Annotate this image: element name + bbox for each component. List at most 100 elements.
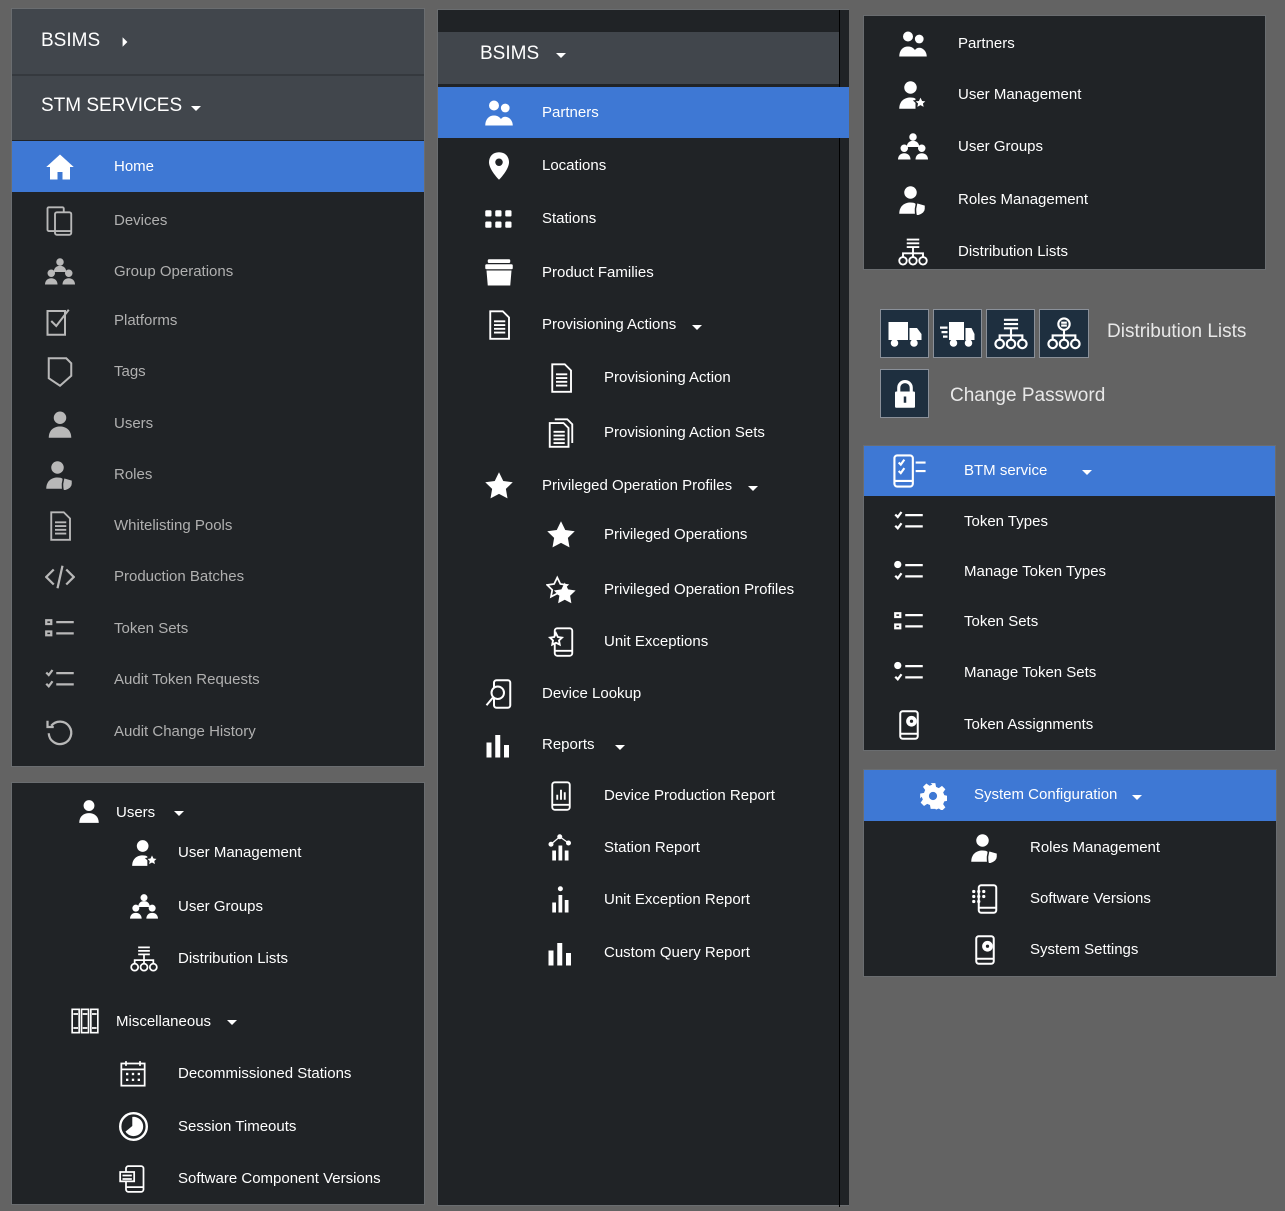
sys-item-roles-management[interactable]: Roles Management [864,823,1276,873]
user-groups-icon [130,893,158,921]
nav-item-label: Whitelisting Pools [114,517,233,534]
btm-item-token-assignments[interactable]: Token Assignments [864,700,1275,750]
sys-item-label: System Settings [1030,941,1139,958]
nav-item-provisioning-actions[interactable]: Provisioning Actions [438,299,838,350]
nav-item-audit-token-requests[interactable]: Audit Token Requests [12,654,424,705]
distribution-lists-label: Distribution Lists [1107,321,1247,342]
code-icon [45,562,75,592]
document-icon [546,363,576,393]
misc-group-label[interactable]: Miscellaneous [116,1013,211,1031]
nav-item-whitelisting-pools[interactable]: Whitelisting Pools [12,500,424,551]
nav-item-roles[interactable]: Roles [12,449,424,500]
group-icon [45,257,75,287]
nav-item-platforms[interactable]: Platforms [12,295,424,346]
nav-item-audit-change-history[interactable]: Audit Change History [12,706,424,757]
subnav-item-device-production-report[interactable]: Device Production Report [438,770,838,821]
distribution-icon [994,317,1028,351]
subnav-item-privileged-operations[interactable]: Privileged Operations [438,509,838,560]
phone-gear-icon [894,710,924,740]
app-header[interactable]: BSIMS [12,9,424,76]
misc-child-software-component-versions[interactable]: Software Component Versions [178,1170,381,1188]
nav-item-label: Privileged Operation Profiles [542,477,733,494]
binders-icon [71,1007,99,1035]
chevron-right-icon [119,36,131,48]
nav-item-label: Roles [114,466,153,483]
distribution-list-icon [1047,317,1081,351]
nav-item-label: Product Families [542,264,654,281]
partners-item-distribution-lists[interactable]: Distribution Lists [864,227,1265,277]
calendar-grid-icon [119,1059,147,1089]
partners-item-partners[interactable]: Partners [864,19,1265,69]
nav-item-devices[interactable]: Devices [12,195,424,246]
users-child-distribution-lists[interactable]: Distribution Lists [178,950,288,968]
chevron-down-icon [692,325,702,330]
misc-child-decommissioned-stations[interactable]: Decommissioned Stations [178,1065,351,1083]
partners-panel: Partners User Management User Groups Roles … [863,15,1266,270]
btm-item-label: Manage Token Types [964,563,1107,580]
distribution-button[interactable] [986,309,1035,358]
subnav-item-label: Privileged Operation Profiles [604,581,795,598]
user-star-icon [131,839,159,867]
subnav-item-unit-exceptions[interactable]: Unit Exceptions [438,616,838,667]
btm-item-manage-token-types[interactable]: Manage Token Types [864,547,1275,597]
partners-item-roles-management[interactable]: Roles Management [864,175,1265,225]
users-child-user-groups[interactable]: User Groups [178,898,263,916]
roles-icon [45,460,75,490]
subnav-item-unit-exception-report[interactable]: Unit Exception Report [438,874,838,925]
nav-item-reports[interactable]: Reports [438,719,838,770]
users-panel: Users User Management User Groups Distri… [11,782,425,1205]
nav-item-device-lookup[interactable]: Device Lookup [438,668,838,719]
nav-item-partners[interactable]: Partners [438,87,838,138]
subnav-item-provisioning-action-sets[interactable]: Provisioning Action Sets [438,407,838,458]
nav-item-group-operations[interactable]: Group Operations [12,246,424,297]
devices-icon [45,206,75,236]
btm-panel: BTM service Token Types Manage Token Type… [863,445,1276,751]
subnav-item-provisioning-action[interactable]: Provisioning Action [438,352,838,403]
nav-item-stations[interactable]: Stations [438,193,838,244]
gear-list-icon [894,658,924,688]
star-icon [546,520,576,550]
section-header[interactable]: STM SERVICES [12,76,424,140]
subnav-item-label: Device Production Report [604,787,775,804]
truck-fast-icon [940,316,976,352]
change-password-button[interactable] [880,369,929,418]
partners-item-user-management[interactable]: User Management [864,70,1265,120]
distribution-list-button[interactable] [1039,309,1089,358]
distribution-icon [898,237,928,267]
middle-nav-panel: BSIMS Partners Locations Stations Product F… [437,9,849,1207]
list-icon [45,614,75,644]
truck-button[interactable] [880,309,929,358]
nav-item-privileged-operation-profiles[interactable]: Privileged Operation Profiles [438,460,838,511]
location-pin-icon [484,151,514,181]
subnav-item-custom-query-report[interactable]: Custom Query Report [438,927,838,978]
nav-item-label: Stations [542,210,597,227]
sys-header-label: System Configuration [974,786,1118,803]
btm-item-token-sets[interactable]: Token Sets [864,597,1275,647]
change-password-label[interactable]: Change Password [950,386,1105,405]
documents-icon [546,418,576,448]
sys-item-software-versions[interactable]: Software Versions [864,874,1276,924]
app-header[interactable]: BSIMS [438,32,840,84]
btm-item-manage-token-sets[interactable]: Manage Token Sets [864,648,1275,698]
partners-item-user-groups[interactable]: User Groups [864,122,1265,172]
sys-item-label: Roles Management [1030,839,1161,856]
btm-item-token-types[interactable]: Token Types [864,497,1275,547]
misc-child-session-timeouts[interactable]: Session Timeouts [178,1118,296,1136]
subnav-item-privileged-operation-profiles[interactable]: Privileged Operation Profiles [438,564,838,615]
nav-item-home[interactable]: Home [12,141,424,192]
nav-item-tags[interactable]: Tags [12,346,424,397]
nav-item-label: Users [114,415,154,432]
nav-item-product-families[interactable]: Product Families [438,247,838,298]
user-groups-icon [898,132,928,162]
sys-item-system-settings[interactable]: System Settings [864,925,1276,975]
btm-header-label: BTM service [964,462,1048,479]
truck-fast-button[interactable] [933,309,982,358]
nav-item-locations[interactable]: Locations [438,140,838,191]
subnav-item-station-report[interactable]: Station Report [438,822,838,873]
nav-item-token-sets[interactable]: Token Sets [12,603,424,654]
nav-item-users[interactable]: Users [12,398,424,449]
lock-icon [890,378,920,410]
users-child-user-management[interactable]: User Management [178,844,301,862]
users-group-label[interactable]: Users [116,804,155,822]
nav-item-production-batches[interactable]: Production Batches [12,551,424,602]
